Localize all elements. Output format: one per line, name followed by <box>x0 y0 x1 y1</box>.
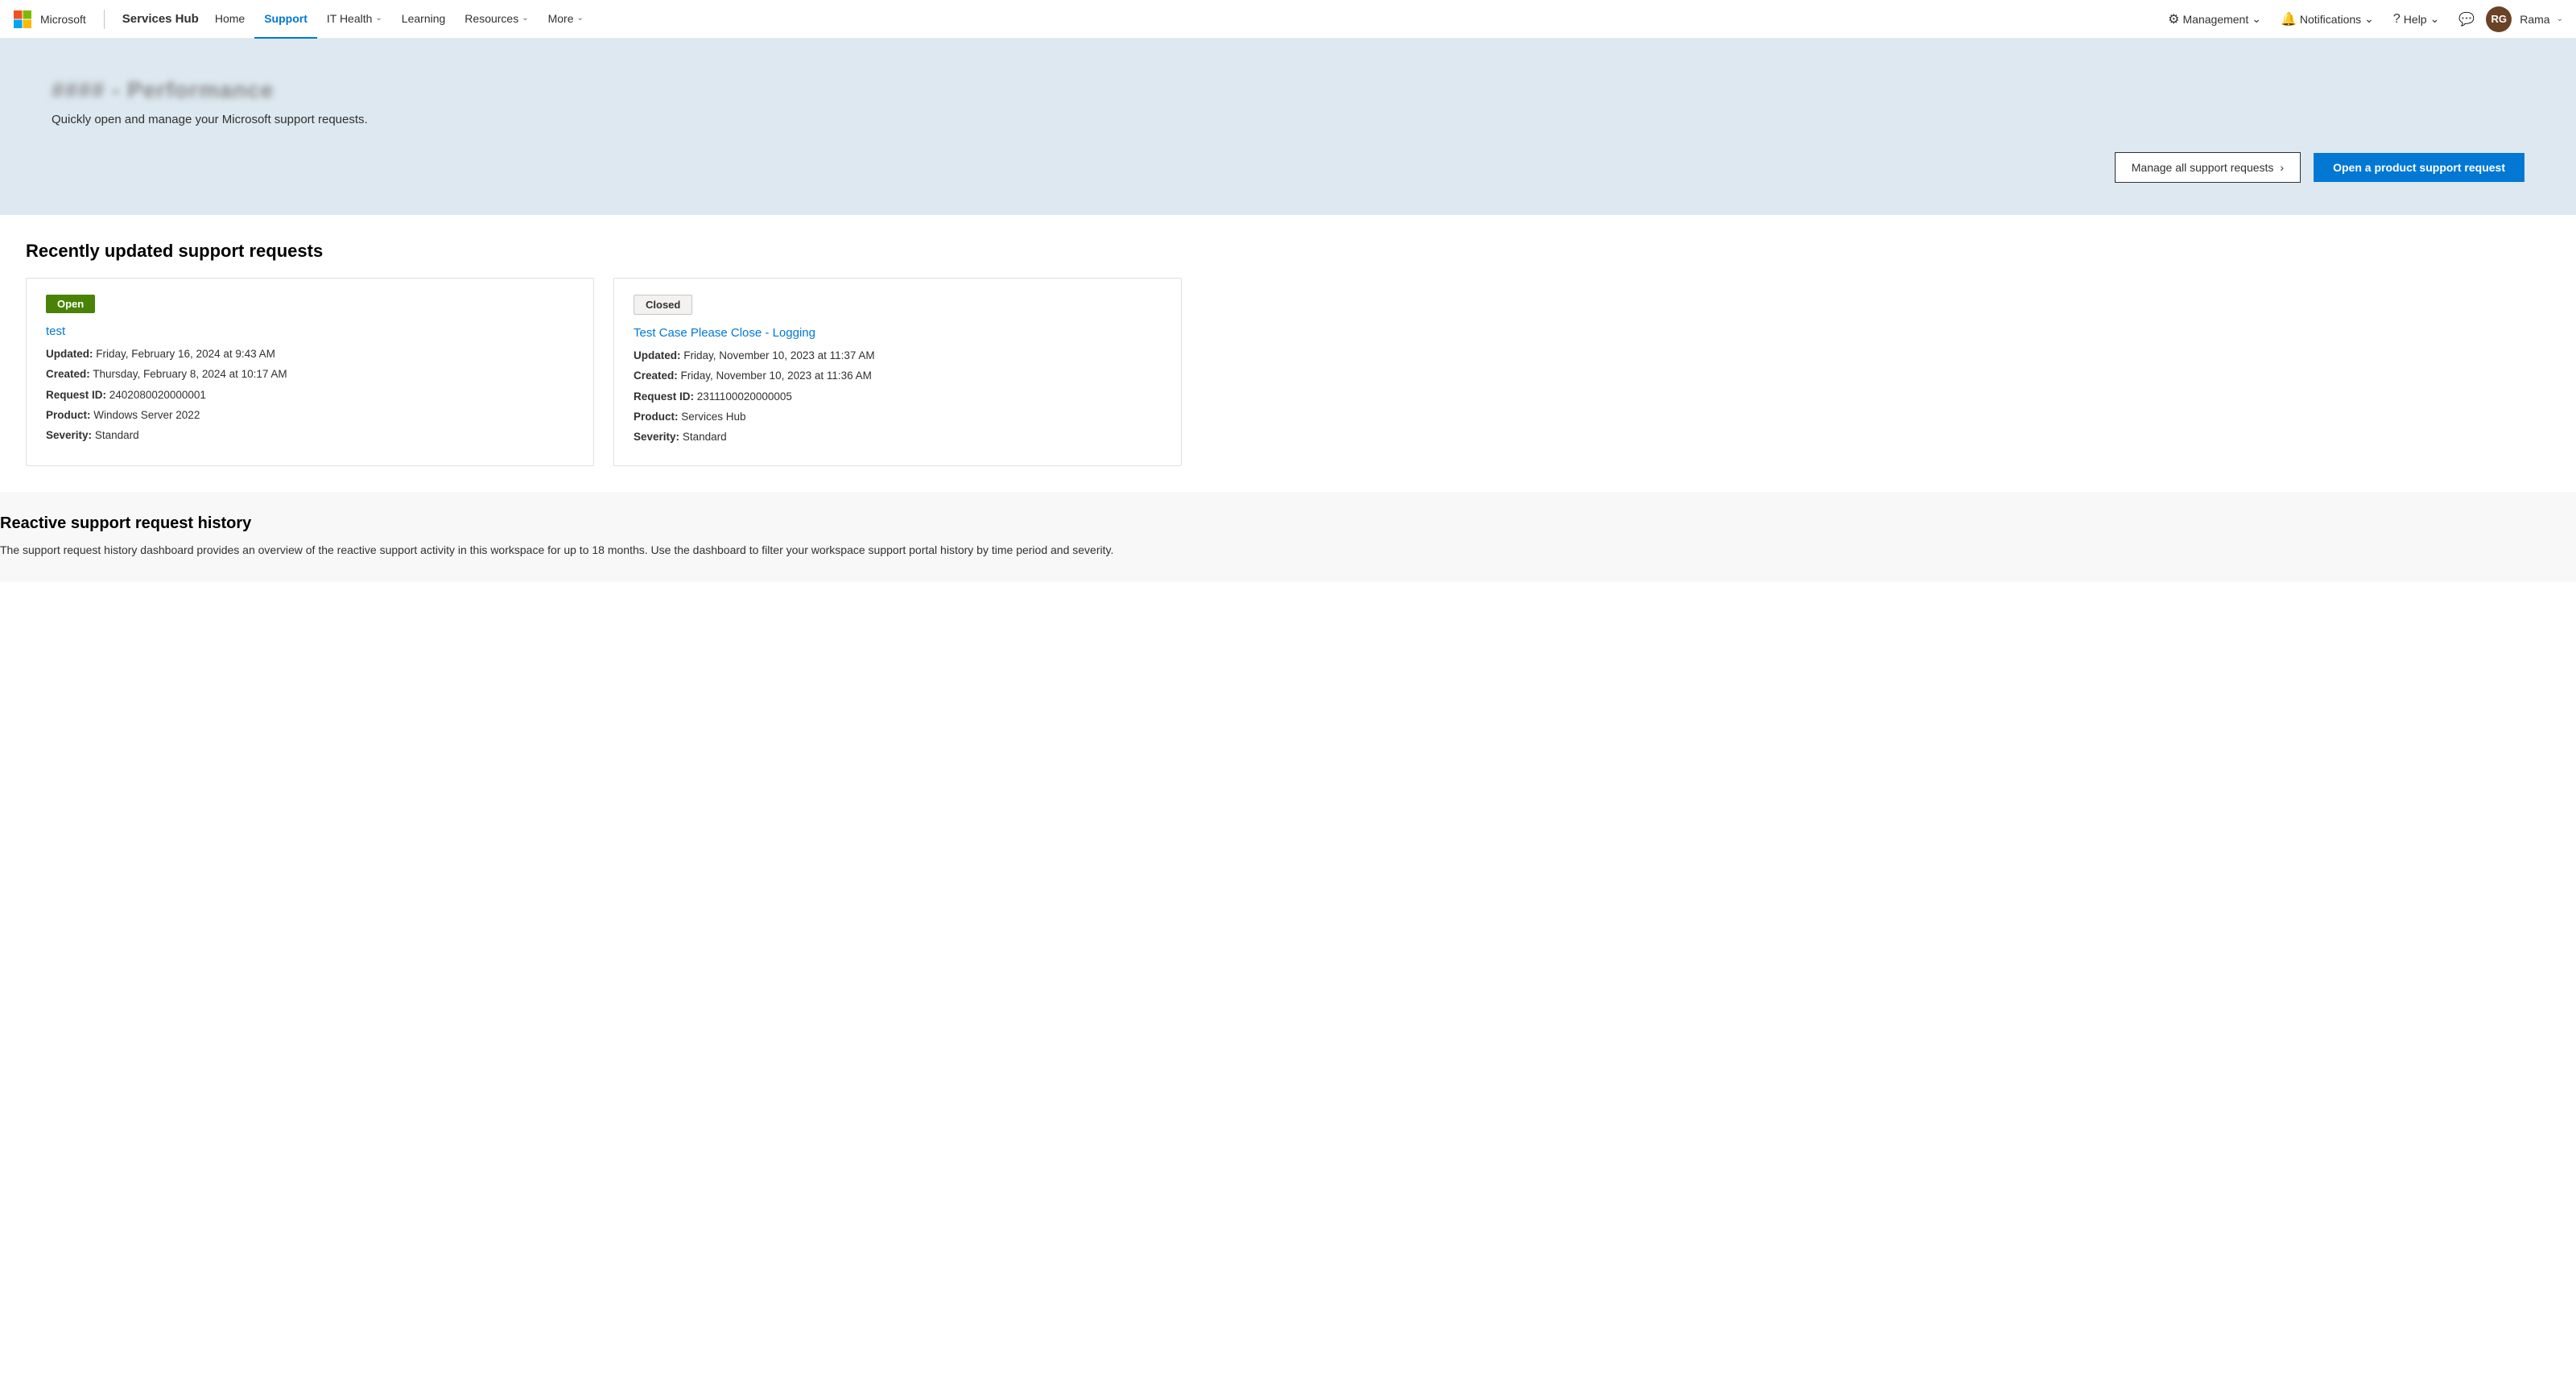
chat-icon: 💬 <box>2458 11 2475 27</box>
bell-icon: 🔔 <box>2281 11 2297 27</box>
management-chevron-icon: ⌄ <box>2252 12 2261 26</box>
card-created-2: Created: Friday, November 10, 2023 at 11… <box>634 368 1162 384</box>
nav-home[interactable]: Home <box>205 0 254 39</box>
card-updated-1: Updated: Friday, February 16, 2024 at 9:… <box>46 346 574 362</box>
app-name[interactable]: Services Hub <box>122 12 199 26</box>
avatar[interactable]: RG <box>2486 6 2512 32</box>
nav-notifications[interactable]: 🔔 Notifications ⌄ <box>2273 0 2382 39</box>
card-product-1: Product: Windows Server 2022 <box>46 407 574 423</box>
it-health-chevron-icon: ⌄ <box>375 14 382 23</box>
nav-links: Home Support IT Health ⌄ Learning Resour… <box>205 0 2160 39</box>
nav-chat[interactable]: 💬 <box>2450 0 2483 39</box>
more-chevron-icon: ⌄ <box>577 14 584 23</box>
support-card-1: Open test Updated: Friday, February 16, … <box>26 278 594 466</box>
resources-chevron-icon: ⌄ <box>522 14 528 23</box>
hero-section: #### - Performance Quickly open and mana… <box>0 39 2576 215</box>
nav-management[interactable]: ⚙ Management ⌄ <box>2160 0 2269 39</box>
user-name-label: Rama <box>2520 13 2549 26</box>
status-badge-open: Open <box>46 295 95 313</box>
open-support-request-button[interactable]: Open a product support request <box>2314 153 2524 182</box>
nav-right: ⚙ Management ⌄ 🔔 Notifications ⌄ ? Help … <box>2160 0 2563 39</box>
hero-buttons: Manage all support requests › Open a pro… <box>52 152 2524 183</box>
history-title: Reactive support request history <box>0 514 2576 533</box>
card-created-1: Created: Thursday, February 8, 2024 at 1… <box>46 366 574 382</box>
card-severity-2: Severity: Standard <box>634 429 1162 445</box>
help-icon: ? <box>2393 12 2401 27</box>
case-link-1[interactable]: test <box>46 324 574 338</box>
main-content: Recently updated support requests Open t… <box>0 215 1208 466</box>
card-request-id-1: Request ID: 2402080020000001 <box>46 387 574 403</box>
brand-divider <box>104 10 105 29</box>
manage-all-requests-button[interactable]: Manage all support requests › <box>2115 152 2301 183</box>
notifications-chevron-icon: ⌄ <box>2364 12 2374 26</box>
gear-icon: ⚙ <box>2168 11 2179 27</box>
nav-it-health[interactable]: IT Health ⌄ <box>317 0 392 39</box>
nav-help[interactable]: ? Help ⌄ <box>2385 0 2447 39</box>
hero-subtitle: Quickly open and manage your Microsoft s… <box>52 113 2524 126</box>
microsoft-logo-icon <box>13 10 32 29</box>
nav-support[interactable]: Support <box>254 0 317 39</box>
case-link-2[interactable]: Test Case Please Close - Logging <box>634 326 1162 340</box>
nav-resources[interactable]: Resources ⌄ <box>455 0 538 39</box>
card-updated-2: Updated: Friday, November 10, 2023 at 11… <box>634 348 1162 364</box>
history-description: The support request history dashboard pr… <box>0 541 1127 559</box>
card-request-id-2: Request ID: 2311100020000005 <box>634 389 1162 405</box>
brand: Microsoft Services Hub <box>13 10 199 29</box>
microsoft-label: Microsoft <box>40 13 86 26</box>
history-section: Reactive support request history The sup… <box>0 492 2576 581</box>
navbar: Microsoft Services Hub Home Support IT H… <box>0 0 2576 39</box>
hero-title: #### - Performance <box>52 77 2524 103</box>
chevron-right-icon: › <box>2280 161 2284 174</box>
nav-more[interactable]: More ⌄ <box>539 0 593 39</box>
card-severity-1: Severity: Standard <box>46 427 574 444</box>
support-card-2: Closed Test Case Please Close - Logging … <box>613 278 1182 466</box>
card-product-2: Product: Services Hub <box>634 409 1162 425</box>
nav-learning[interactable]: Learning <box>392 0 456 39</box>
user-chevron-icon: ⌄ <box>2557 14 2563 23</box>
status-badge-closed: Closed <box>634 295 692 315</box>
support-cards-row: Open test Updated: Friday, February 16, … <box>26 278 1182 466</box>
help-chevron-icon: ⌄ <box>2430 12 2440 26</box>
recently-updated-title: Recently updated support requests <box>26 241 1182 262</box>
